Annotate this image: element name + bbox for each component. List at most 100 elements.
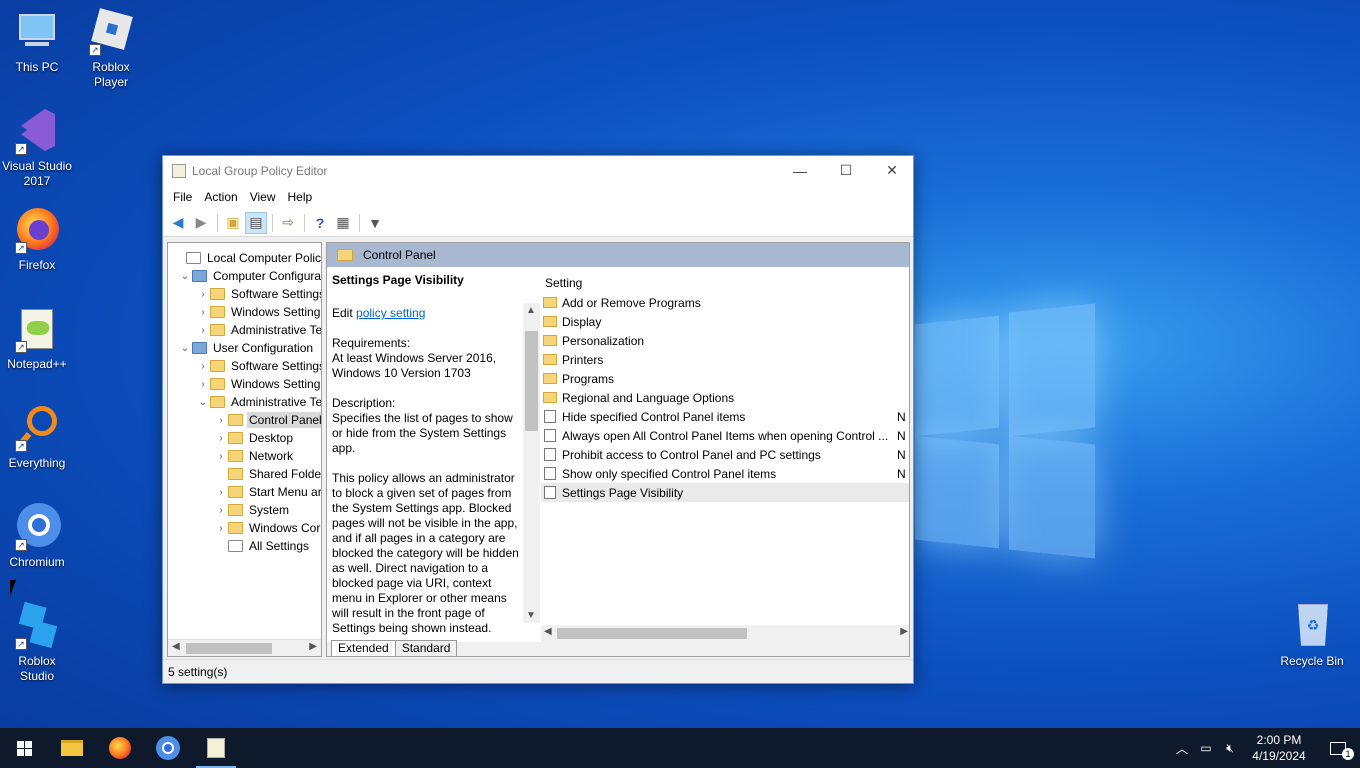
scroll-up-icon[interactable]: ▲ xyxy=(526,305,536,316)
taskbar-firefox[interactable] xyxy=(96,728,144,768)
tree-item[interactable]: › Start Menu ar xyxy=(214,483,321,501)
title-bar[interactable]: Local Group Policy Editor — ☐ ✕ xyxy=(163,156,913,185)
taskbar-group-policy-editor[interactable] xyxy=(192,728,240,768)
tree-item[interactable]: › Software Settings xyxy=(196,357,321,375)
tree-item[interactable]: › Windows Setting xyxy=(196,375,321,393)
menu-file[interactable]: File xyxy=(167,190,198,204)
chevron-right-icon[interactable]: › xyxy=(196,361,210,372)
help-icon[interactable]: ? xyxy=(309,212,331,234)
description-scrollbar[interactable]: ▲ ▼ xyxy=(523,303,540,623)
desktop-icon-notepadpp[interactable]: ↗ Notepad++ xyxy=(0,305,74,372)
menu-help[interactable]: Help xyxy=(282,190,319,204)
desktop-icon-recycle-bin[interactable]: ♻ Recycle Bin xyxy=(1275,602,1349,669)
column-header-setting[interactable]: Setting xyxy=(541,273,909,293)
list-horizontal-scrollbar[interactable]: ◀ ▶ xyxy=(541,625,909,642)
list-item[interactable]: Hide specified Control Panel items N xyxy=(541,407,909,426)
scroll-thumb[interactable] xyxy=(186,643,272,654)
show-hidden-icons-chevron-icon[interactable]: ︿ xyxy=(1170,728,1194,768)
taskbar-file-explorer[interactable] xyxy=(48,728,96,768)
chevron-right-icon[interactable]: › xyxy=(196,289,210,300)
menu-action[interactable]: Action xyxy=(198,190,243,204)
edit-policy-link[interactable]: policy setting xyxy=(356,306,425,320)
volume-muted-icon[interactable]: 🔇︎ xyxy=(1218,728,1242,768)
tree-item[interactable]: › Windows Cor xyxy=(214,519,321,537)
show-hide-tree-icon[interactable]: ▤ xyxy=(245,211,267,234)
chevron-right-icon[interactable]: › xyxy=(196,307,210,318)
forward-arrow-icon[interactable]: ▶ xyxy=(190,212,212,234)
network-icon[interactable]: ▭ xyxy=(1194,728,1218,768)
tree-item[interactable]: ⌄ User Configuration xyxy=(178,339,315,357)
scroll-left-icon[interactable]: ◀ xyxy=(544,626,552,637)
desktop-icon-this-pc[interactable]: This PC xyxy=(0,8,74,75)
tree-item[interactable]: › System xyxy=(214,501,291,519)
chevron-right-icon[interactable]: › xyxy=(196,325,210,336)
tree-item[interactable]: › Network xyxy=(214,447,295,465)
properties-icon[interactable]: ▦ xyxy=(332,212,354,234)
scroll-right-icon[interactable]: ▶ xyxy=(900,626,908,637)
taskbar-chromium[interactable] xyxy=(144,728,192,768)
tree-item[interactable]: Local Computer Policy xyxy=(172,249,321,267)
list-item[interactable]: Personalization xyxy=(541,331,909,350)
chevron-right-icon[interactable]: › xyxy=(196,379,210,390)
list-item[interactable]: Prohibit access to Control Panel and PC … xyxy=(541,445,909,464)
minimize-button[interactable]: — xyxy=(777,156,823,185)
chevron-down-icon[interactable]: ⌄ xyxy=(178,271,192,282)
chevron-right-icon[interactable]: › xyxy=(214,487,228,498)
tree-item[interactable]: ⌄ Administrative Te xyxy=(196,393,321,411)
tree-item[interactable]: › Desktop xyxy=(214,429,295,447)
chevron-right-icon[interactable]: › xyxy=(214,523,228,534)
list-item[interactable]: Always open All Control Panel Items when… xyxy=(541,426,909,445)
status-text: 5 setting(s) xyxy=(168,664,228,679)
list-item[interactable]: Show only specified Control Panel items N xyxy=(541,464,909,483)
desktop-icon-roblox-studio[interactable]: ↗ Roblox Studio xyxy=(0,602,74,684)
scroll-thumb[interactable] xyxy=(525,331,538,431)
list-item[interactable]: Add or Remove Programs xyxy=(541,293,909,312)
tree-pane[interactable]: Local Computer Policy ⌄ Computer Configura… xyxy=(167,242,322,657)
action-center-button[interactable]: 1 xyxy=(1316,728,1360,768)
list-item[interactable]: Printers xyxy=(541,350,909,369)
export-list-icon[interactable]: ⇨ xyxy=(277,212,299,234)
policy-editor-app-icon xyxy=(207,738,225,758)
clock[interactable]: 2:00 PM 4/19/2024 xyxy=(1242,732,1316,764)
chevron-down-icon[interactable]: ⌄ xyxy=(178,343,192,354)
filter-icon[interactable]: ▼ xyxy=(364,212,386,234)
chevron-down-icon[interactable]: ⌄ xyxy=(196,397,210,408)
tab-extended[interactable]: Extended xyxy=(331,640,396,656)
group-policy-editor-window[interactable]: Local Group Policy Editor — ☐ ✕ File Act… xyxy=(162,155,914,684)
back-arrow-icon[interactable]: ◀ xyxy=(167,212,189,234)
description-title: Settings Page Visibility xyxy=(332,273,464,287)
chevron-right-icon[interactable]: › xyxy=(214,505,228,516)
list-item[interactable]: Regional and Language Options xyxy=(541,388,909,407)
tree-item[interactable]: › Software Settings xyxy=(196,285,321,303)
start-button[interactable] xyxy=(0,728,48,768)
tree-horizontal-scrollbar[interactable]: ◀ ▶ xyxy=(168,639,321,656)
folder-icon xyxy=(228,468,243,480)
tab-standard[interactable]: Standard xyxy=(394,640,458,656)
desktop-icon-chromium[interactable]: ↗ Chromium xyxy=(0,503,74,570)
close-button[interactable]: ✕ xyxy=(869,156,915,185)
scroll-thumb[interactable] xyxy=(557,628,747,639)
desktop-icon-roblox-player[interactable]: ↗ Roblox Player xyxy=(74,8,148,90)
tree-item[interactable]: ⌄ Computer Configura xyxy=(178,267,321,285)
list-item[interactable]: Programs xyxy=(541,369,909,388)
tree-item[interactable]: Shared Folder xyxy=(214,465,321,483)
scroll-left-icon[interactable]: ◀ xyxy=(172,641,180,652)
list-item[interactable]: Settings Page Visibility xyxy=(541,483,909,502)
chevron-right-icon[interactable]: › xyxy=(214,433,228,444)
desktop-icon-firefox[interactable]: ↗ Firefox xyxy=(0,206,74,273)
scroll-right-icon[interactable]: ▶ xyxy=(309,641,317,652)
menu-view[interactable]: View xyxy=(244,190,282,204)
desktop-icon-visual-studio[interactable]: ↗ Visual Studio 2017 xyxy=(0,107,74,189)
tree-item[interactable]: › Windows Setting xyxy=(196,303,321,321)
scroll-down-icon[interactable]: ▼ xyxy=(526,610,536,621)
tree-item[interactable]: All Settings xyxy=(214,537,311,555)
list-item[interactable]: Display xyxy=(541,312,909,331)
tree-item[interactable]: › Control Panel xyxy=(214,411,321,429)
chevron-right-icon[interactable]: › xyxy=(214,415,228,426)
firefox-icon xyxy=(109,737,131,759)
tree-item[interactable]: › Administrative Te xyxy=(196,321,321,339)
desktop-icon-everything[interactable]: ↗ Everything xyxy=(0,404,74,471)
maximize-button[interactable]: ☐ xyxy=(823,156,869,185)
up-folder-icon[interactable]: ▣ xyxy=(222,212,244,234)
chevron-right-icon[interactable]: › xyxy=(214,451,228,462)
